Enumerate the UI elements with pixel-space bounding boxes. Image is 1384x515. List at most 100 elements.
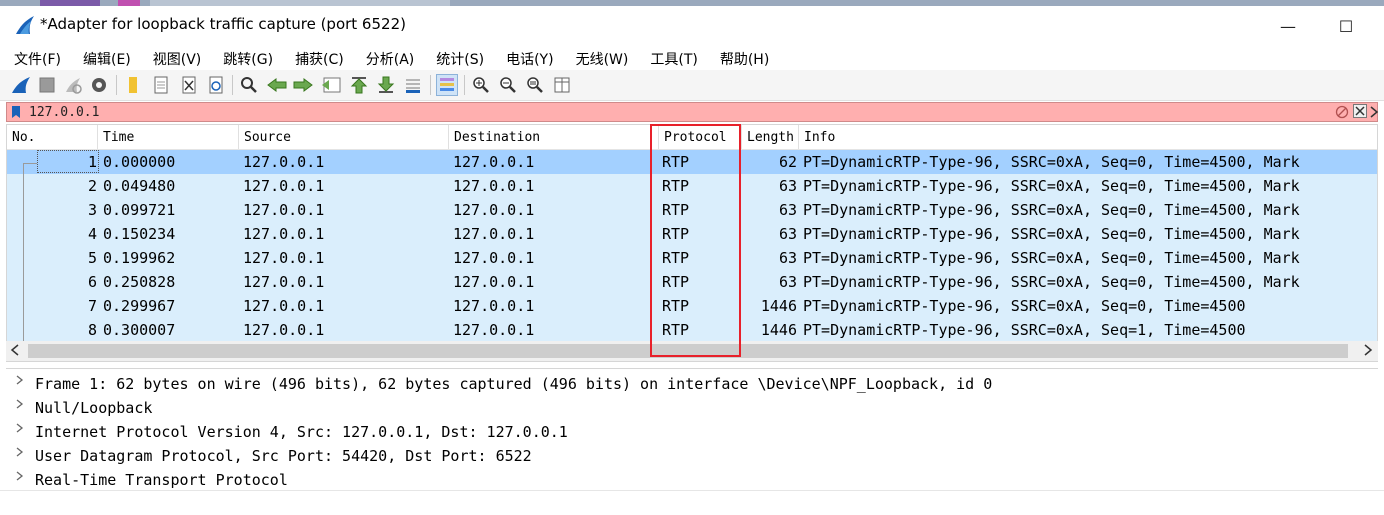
tree-item-label: Real-Time Transport Protocol	[35, 471, 288, 489]
stop-icon[interactable]	[36, 74, 58, 96]
column-header-length[interactable]: Length	[742, 125, 799, 149]
menu-help[interactable]: 帮助(H)	[706, 44, 777, 70]
cell-time: 0.299967	[103, 297, 176, 315]
conversation-tree-tick	[23, 163, 37, 164]
close-icon[interactable]	[1353, 104, 1367, 118]
cell-info: PT=DynamicRTP-Type-96, SSRC=0xA, Seq=0, …	[803, 153, 1300, 171]
tree-item[interactable]: Internet Protocol Version 4, Src: 127.0.…	[6, 419, 1378, 443]
conversation-tree-line	[23, 163, 24, 361]
options-gear-icon[interactable]	[88, 74, 110, 96]
column-header-source[interactable]: Source	[239, 125, 449, 149]
tree-item[interactable]: Null/Loopback	[6, 395, 1378, 419]
cell-length: 1446	[760, 297, 797, 315]
zoom-out-icon[interactable]	[497, 74, 519, 96]
cell-source: 127.0.0.1	[243, 321, 325, 339]
cell-length: 1446	[760, 321, 797, 339]
back-arrow-icon[interactable]	[266, 74, 288, 96]
wireshark-logo-icon	[16, 16, 34, 34]
cell-destination: 127.0.0.1	[453, 225, 535, 243]
shark-fin-start-icon[interactable]	[10, 74, 32, 96]
protocol-column-highlight	[650, 124, 741, 357]
cell-destination: 127.0.0.1	[453, 297, 535, 315]
cell-length: 63	[778, 177, 797, 195]
bytes-pane	[0, 490, 1384, 515]
chevron-right-icon[interactable]	[15, 421, 25, 435]
cell-info: PT=DynamicRTP-Type-96, SSRC=0xA, Seq=0, …	[803, 297, 1246, 315]
maximize-button[interactable]: ☐	[1326, 12, 1366, 40]
cell-source: 127.0.0.1	[243, 249, 325, 267]
column-header-destination[interactable]: Destination	[449, 125, 659, 149]
packet-details-pane: Frame 1: 62 bytes on wire (496 bits), 62…	[6, 368, 1378, 491]
cell-info: PT=DynamicRTP-Type-96, SSRC=0xA, Seq=0, …	[803, 249, 1300, 267]
scroll-left-icon[interactable]	[9, 343, 21, 357]
menu-view[interactable]: 视图(V)	[139, 44, 210, 70]
reload-icon[interactable]	[205, 74, 227, 96]
cell-length: 63	[778, 225, 797, 243]
cell-time: 0.049480	[103, 177, 176, 195]
tree-item-label: User Datagram Protocol, Src Port: 54420,…	[35, 447, 532, 465]
cell-source: 127.0.0.1	[243, 177, 325, 195]
tree-item-label: Frame 1: 62 bytes on wire (496 bits), 62…	[35, 375, 993, 393]
cell-destination: 127.0.0.1	[453, 249, 535, 267]
cell-destination: 127.0.0.1	[453, 177, 535, 195]
menu-telephony[interactable]: 电话(Y)	[492, 44, 561, 70]
search-icon[interactable]	[238, 74, 260, 96]
menu-go[interactable]: 跳转(G)	[209, 44, 281, 70]
chevron-right-icon[interactable]	[15, 373, 25, 387]
chevron-right-icon[interactable]	[15, 397, 25, 411]
toolbar-separator	[464, 75, 465, 95]
menu-edit[interactable]: 编辑(E)	[69, 44, 139, 70]
main-toolbar	[0, 70, 1384, 101]
open-file-icon[interactable]	[122, 74, 144, 96]
cell-time: 0.199962	[103, 249, 176, 267]
last-packet-icon[interactable]	[375, 74, 397, 96]
cell-length: 63	[778, 249, 797, 267]
display-filter-input[interactable]	[29, 104, 1309, 120]
cell-no: 8	[87, 321, 97, 339]
cell-time: 0.000000	[103, 153, 176, 171]
cell-no: 7	[87, 297, 97, 315]
menu-bar: 文件(F) 编辑(E) 视图(V) 跳转(G) 捕获(C) 分析(A) 统计(S…	[0, 44, 1384, 70]
file-icon[interactable]	[150, 74, 172, 96]
zoom-normal-icon[interactable]	[524, 74, 546, 96]
scroll-right-icon[interactable]	[1362, 343, 1374, 357]
cell-source: 127.0.0.1	[243, 273, 325, 291]
menu-capture[interactable]: 捕获(C)	[281, 44, 352, 70]
column-header-info[interactable]: Info	[799, 125, 1377, 149]
cell-no: 4	[87, 225, 97, 243]
tree-item[interactable]: Real-Time Transport Protocol	[6, 467, 1378, 491]
menu-statistics[interactable]: 统计(S)	[422, 44, 492, 70]
cell-no: 5	[87, 249, 97, 267]
colorize-icon[interactable]	[436, 74, 458, 96]
menu-tools[interactable]: 工具(T)	[636, 44, 705, 70]
cell-info: PT=DynamicRTP-Type-96, SSRC=0xA, Seq=1, …	[803, 321, 1246, 339]
menu-file[interactable]: 文件(F)	[0, 44, 69, 70]
minimize-button[interactable]: —	[1268, 12, 1308, 40]
menu-wireless[interactable]: 无线(W)	[562, 44, 637, 70]
close-file-icon[interactable]	[178, 74, 200, 96]
restart-icon[interactable]	[62, 74, 84, 96]
bookmark-icon[interactable]	[10, 105, 22, 119]
cell-info: PT=DynamicRTP-Type-96, SSRC=0xA, Seq=0, …	[803, 273, 1300, 291]
cell-length: 63	[778, 273, 797, 291]
chevron-right-icon[interactable]	[15, 469, 25, 483]
apply-filter-arrow-icon[interactable]	[1369, 104, 1379, 120]
resize-columns-icon[interactable]	[551, 74, 573, 96]
first-packet-icon[interactable]	[348, 74, 370, 96]
chevron-right-icon[interactable]	[15, 445, 25, 459]
tree-item[interactable]: Frame 1: 62 bytes on wire (496 bits), 62…	[6, 371, 1378, 395]
zoom-in-icon[interactable]	[470, 74, 492, 96]
forward-arrow-icon[interactable]	[292, 74, 314, 96]
clear-filter-icon[interactable]	[1335, 105, 1349, 119]
column-header-time[interactable]: Time	[98, 125, 239, 149]
goto-packet-icon[interactable]	[320, 74, 342, 96]
cell-length: 62	[778, 153, 797, 171]
cell-no: 6	[87, 273, 97, 291]
title-bar: *Adapter for loopback traffic capture (p…	[0, 6, 1384, 44]
cell-time: 0.099721	[103, 201, 176, 219]
menu-analyze[interactable]: 分析(A)	[352, 44, 423, 70]
autoscroll-icon[interactable]	[402, 74, 424, 96]
column-header-no[interactable]: No.	[7, 125, 98, 149]
tree-item[interactable]: User Datagram Protocol, Src Port: 54420,…	[6, 443, 1378, 467]
cell-source: 127.0.0.1	[243, 153, 325, 171]
